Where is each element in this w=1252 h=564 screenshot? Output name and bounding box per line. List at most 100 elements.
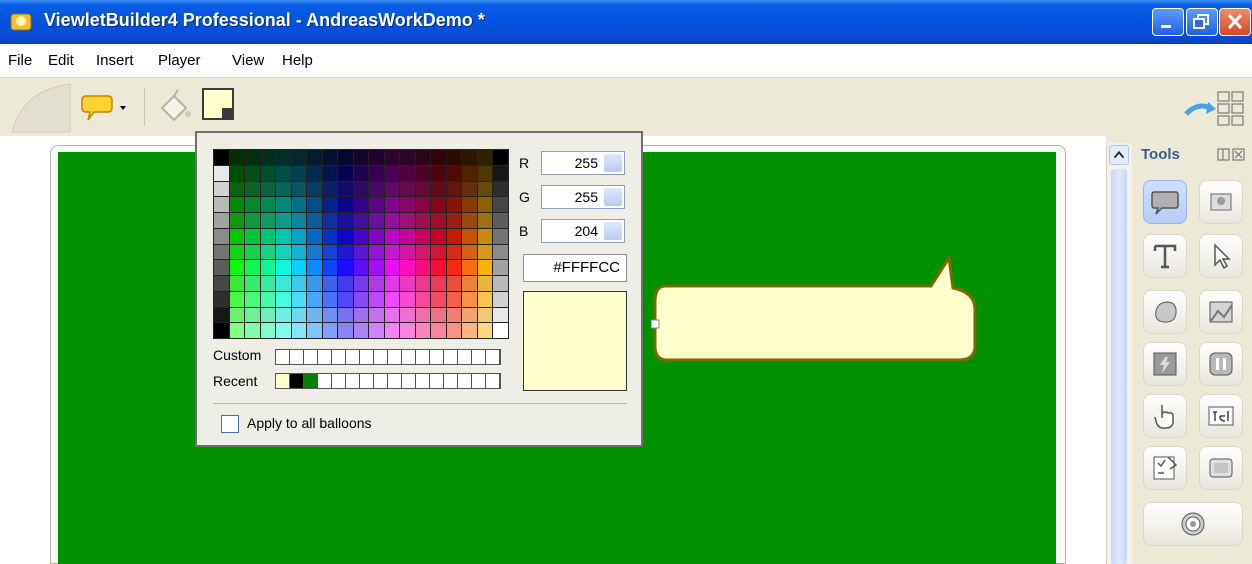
palette-swatch[interactable] — [338, 150, 353, 165]
palette-swatch[interactable] — [446, 150, 462, 165]
palette-swatch[interactable] — [276, 260, 291, 275]
palette-swatch[interactable] — [493, 323, 508, 338]
red-value-field[interactable]: 255 — [541, 151, 625, 175]
palette-swatch[interactable] — [276, 323, 291, 338]
palette-swatch[interactable] — [245, 323, 260, 338]
palette-swatch[interactable] — [245, 165, 260, 181]
publish-icon[interactable] — [1184, 88, 1246, 128]
palette-swatch[interactable] — [462, 244, 477, 260]
palette-swatch[interactable] — [291, 244, 307, 260]
palette-swatch[interactable] — [322, 165, 338, 181]
palette-swatch[interactable] — [369, 213, 384, 228]
palette-swatch[interactable] — [415, 213, 431, 228]
palette-swatch[interactable] — [307, 150, 322, 165]
palette-swatch[interactable] — [214, 165, 229, 181]
palette-swatch[interactable] — [229, 181, 245, 197]
palette-swatch[interactable] — [338, 260, 353, 275]
palette-swatch[interactable] — [307, 307, 322, 323]
fill-color-swatch-icon[interactable] — [202, 88, 234, 120]
palette-swatch[interactable] — [431, 244, 446, 260]
palette-swatch[interactable] — [353, 307, 369, 323]
palette-swatch[interactable] — [322, 150, 338, 165]
balloon-tool-icon[interactable] — [80, 92, 130, 124]
blue-spinner-icon[interactable] — [604, 222, 622, 240]
recent-swatch[interactable] — [472, 374, 486, 388]
palette-swatch[interactable] — [260, 291, 276, 307]
palette-swatch[interactable] — [415, 197, 431, 212]
palette-swatch[interactable] — [276, 228, 291, 244]
palette-swatch[interactable] — [338, 307, 353, 323]
palette-swatch[interactable] — [276, 213, 291, 228]
palette-swatch[interactable] — [446, 165, 462, 181]
textbox-icon[interactable] — [1199, 394, 1243, 438]
palette-swatch[interactable] — [369, 150, 384, 165]
recent-swatch[interactable] — [290, 374, 304, 388]
palette-swatch[interactable] — [214, 307, 229, 323]
custom-swatch[interactable] — [374, 350, 388, 364]
palette-swatch[interactable] — [338, 276, 353, 291]
pause-icon[interactable] — [1199, 342, 1243, 386]
palette-swatch[interactable] — [477, 213, 493, 228]
palette-swatch[interactable] — [353, 150, 369, 165]
palette-swatch[interactable] — [431, 213, 446, 228]
palette-swatch[interactable] — [431, 276, 446, 291]
palette-swatch[interactable] — [415, 244, 431, 260]
panel-controls-icon[interactable] — [1217, 148, 1247, 162]
hand-cursor-icon[interactable] — [1143, 394, 1187, 438]
menu-help[interactable]: Help — [282, 52, 313, 69]
palette-swatch[interactable] — [477, 276, 493, 291]
palette-swatch[interactable] — [291, 228, 307, 244]
text-icon[interactable] — [1143, 234, 1187, 278]
palette-swatch[interactable] — [276, 291, 291, 307]
picture-icon[interactable] — [1199, 290, 1243, 334]
fill-bucket-icon[interactable] — [156, 88, 194, 126]
palette-swatch[interactable] — [260, 323, 276, 338]
apply-all-checkbox[interactable] — [221, 415, 239, 433]
scrollbar-thumb[interactable] — [1111, 169, 1127, 564]
menu-insert[interactable]: Insert — [96, 52, 134, 69]
palette-swatch[interactable] — [291, 276, 307, 291]
palette-swatch[interactable] — [446, 213, 462, 228]
vertical-scrollbar[interactable] — [1106, 143, 1132, 564]
palette-swatch[interactable] — [493, 228, 508, 244]
palette-swatch[interactable] — [353, 197, 369, 212]
palette-swatch[interactable] — [229, 244, 245, 260]
palette-swatch[interactable] — [400, 244, 415, 260]
palette-swatch[interactable] — [338, 323, 353, 338]
palette-swatch[interactable] — [276, 197, 291, 212]
custom-swatch[interactable] — [304, 350, 318, 364]
custom-colors-row[interactable] — [275, 349, 501, 365]
palette-swatch[interactable] — [291, 165, 307, 181]
recent-swatch[interactable] — [444, 374, 458, 388]
palette-swatch[interactable] — [477, 291, 493, 307]
palette-swatch[interactable] — [276, 150, 291, 165]
custom-swatch[interactable] — [430, 350, 444, 364]
palette-swatch[interactable] — [384, 150, 400, 165]
palette-swatch[interactable] — [338, 213, 353, 228]
palette-swatch[interactable] — [493, 181, 508, 197]
palette-swatch[interactable] — [322, 197, 338, 212]
palette-swatch[interactable] — [260, 181, 276, 197]
palette-swatch[interactable] — [384, 323, 400, 338]
recent-swatch[interactable] — [416, 374, 430, 388]
palette-swatch[interactable] — [415, 150, 431, 165]
palette-swatch[interactable] — [400, 213, 415, 228]
recent-swatch[interactable] — [318, 374, 332, 388]
palette-swatch[interactable] — [462, 228, 477, 244]
palette-swatch[interactable] — [415, 323, 431, 338]
shape-icon[interactable] — [1143, 290, 1187, 334]
palette-swatch[interactable] — [353, 228, 369, 244]
pointer-icon[interactable] — [1199, 234, 1243, 278]
palette-swatch[interactable] — [291, 260, 307, 275]
palette-swatch[interactable] — [353, 181, 369, 197]
palette-swatch[interactable] — [369, 260, 384, 275]
palette-swatch[interactable] — [214, 260, 229, 275]
palette-swatch[interactable] — [369, 276, 384, 291]
image-icon[interactable] — [1199, 180, 1243, 224]
menu-view[interactable]: View — [232, 52, 264, 69]
palette-swatch[interactable] — [276, 181, 291, 197]
custom-swatch[interactable] — [388, 350, 402, 364]
palette-swatch[interactable] — [446, 197, 462, 212]
quiz-icon[interactable] — [1143, 446, 1187, 490]
custom-swatch[interactable] — [444, 350, 458, 364]
